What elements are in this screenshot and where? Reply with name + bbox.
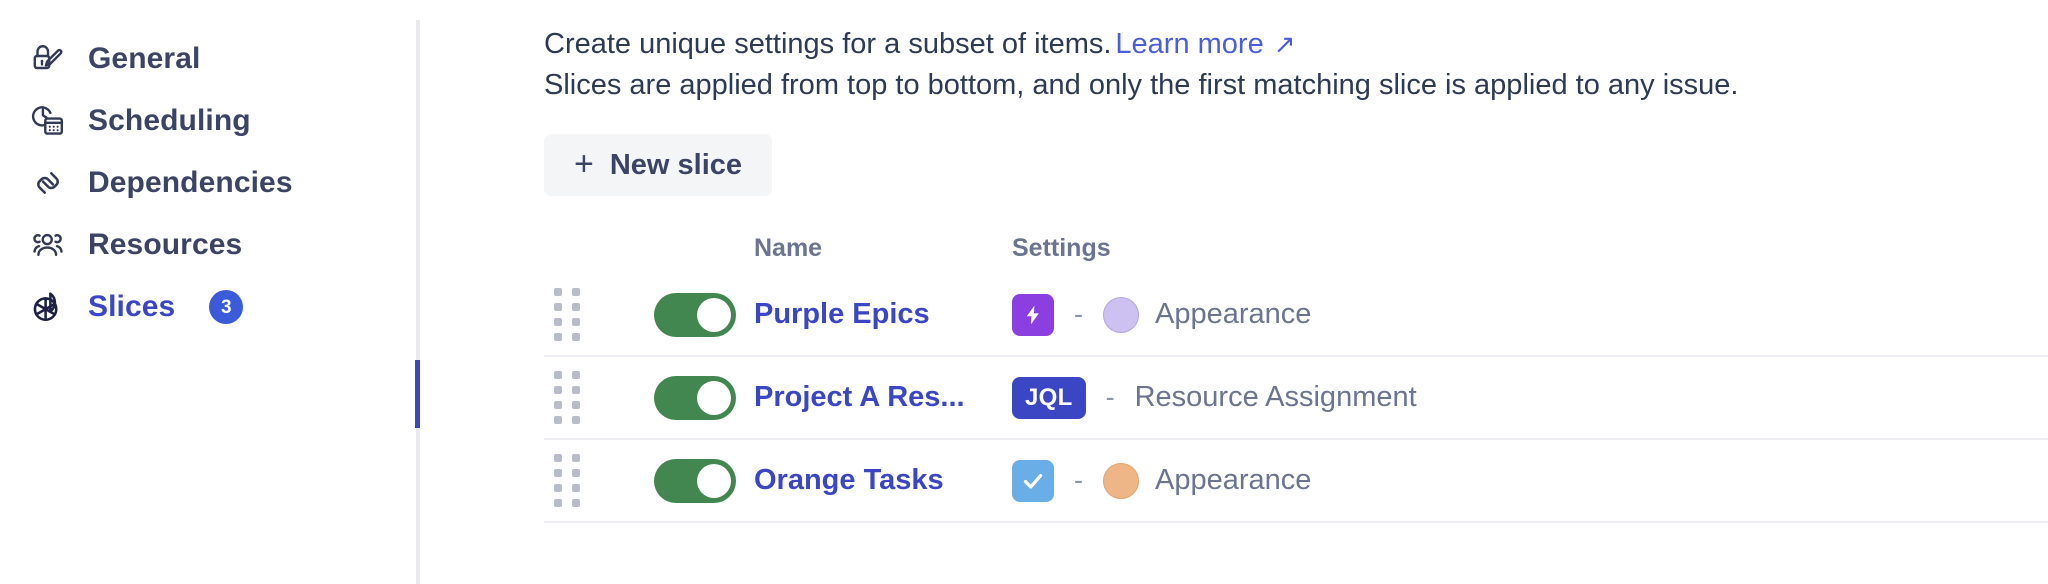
drag-handle-icon[interactable] xyxy=(554,371,580,425)
slice-enabled-toggle[interactable] xyxy=(654,458,736,503)
sidebar-item-label: Scheduling xyxy=(88,104,251,137)
pie-chart-icon xyxy=(28,287,68,327)
plus-icon: + xyxy=(574,145,594,184)
slice-enabled-toggle[interactable] xyxy=(654,292,736,337)
sidebar-item-label: Dependencies xyxy=(88,166,293,199)
table-row: Orange Tasks - Appearance xyxy=(544,440,2048,524)
slice-name-link[interactable]: Project A Res... xyxy=(754,381,965,413)
slice-setting-label: Appearance xyxy=(1155,298,1312,331)
slice-setting-label: Resource Assignment xyxy=(1134,381,1417,414)
drag-handle-icon[interactable] xyxy=(554,288,580,342)
people-icon xyxy=(28,225,68,265)
settings-separator: - xyxy=(1105,382,1115,413)
row-actions-cell xyxy=(2014,298,2048,331)
new-slice-label: New slice xyxy=(609,148,743,181)
slice-name-link[interactable]: Purple Epics xyxy=(754,298,930,330)
learn-more-link[interactable]: Learn more ↗ xyxy=(1115,28,1295,60)
sidebar-item-label: Slices xyxy=(88,290,176,323)
column-header-name: Name xyxy=(754,233,823,262)
intro-sentence: Create unique settings for a subset of i… xyxy=(544,28,1112,60)
row-settings-cell: JQL - Resource Assignment xyxy=(1012,376,2014,419)
row-name-cell: Project A Res... xyxy=(754,381,1012,414)
column-header-settings: Settings xyxy=(1012,233,1111,262)
row-name-cell: Purple Epics xyxy=(754,298,1012,331)
checkbox-badge-icon xyxy=(1012,459,1054,502)
jql-badge: JQL xyxy=(1012,376,1086,419)
intro-text-line-1: Create unique settings for a subset of i… xyxy=(544,24,2048,65)
settings-separator: - xyxy=(1074,299,1083,330)
slices-settings-page: General Scheduling Dependencies Resource… xyxy=(0,0,2048,584)
settings-separator: - xyxy=(1074,465,1083,496)
row-actions-cell xyxy=(2014,464,2048,497)
table-row: Purple Epics - Appearance xyxy=(544,274,2048,358)
lightning-badge-icon xyxy=(1012,293,1054,336)
slice-setting-label: Appearance xyxy=(1155,464,1312,497)
learn-more-label: Learn more xyxy=(1115,28,1264,60)
sidebar-item-resources[interactable]: Resources xyxy=(0,214,420,276)
sidebar-item-dependencies[interactable]: Dependencies xyxy=(0,152,420,214)
sidebar-item-scheduling[interactable]: Scheduling xyxy=(0,90,420,152)
row-drag-cell xyxy=(544,371,654,425)
row-settings-cell: - Appearance xyxy=(1012,293,2014,336)
row-toggle-cell xyxy=(654,375,754,420)
slices-table: Name Settings Actions Purple Epics xyxy=(544,222,2048,524)
row-actions-cell xyxy=(2014,381,2048,414)
link-icon xyxy=(28,163,68,203)
row-toggle-cell xyxy=(654,292,754,337)
slices-count-badge: 3 xyxy=(209,290,244,324)
row-name-cell: Orange Tasks xyxy=(754,464,1012,497)
sidebar-item-general[interactable]: General xyxy=(0,28,420,90)
sidebar-item-slices[interactable]: Slices 3 xyxy=(0,276,420,338)
lock-edit-icon xyxy=(28,39,68,79)
external-link-icon: ↗ xyxy=(1273,29,1296,59)
clock-calendar-icon xyxy=(28,101,68,141)
slices-main-panel: Create unique settings for a subset of i… xyxy=(420,0,2048,584)
slice-color-dot xyxy=(1103,462,1139,499)
sidebar-item-label: Resources xyxy=(88,228,243,261)
table-row: Project A Res... JQL - Resource Assignme… xyxy=(544,357,2048,441)
intro-text-line-2: Slices are applied from top to bottom, a… xyxy=(544,69,1739,102)
row-settings-cell: - Appearance xyxy=(1012,459,2014,502)
table-header-row: Name Settings Actions xyxy=(544,222,2048,274)
row-toggle-cell xyxy=(654,458,754,503)
row-drag-cell xyxy=(544,454,654,508)
slice-color-dot xyxy=(1103,296,1139,333)
slice-name-link[interactable]: Orange Tasks xyxy=(754,464,944,496)
column-header-actions: Actions xyxy=(2014,234,2048,263)
settings-sidebar: General Scheduling Dependencies Resource… xyxy=(0,0,420,584)
slice-enabled-toggle[interactable] xyxy=(654,375,736,420)
row-drag-cell xyxy=(544,288,654,342)
sidebar-item-label: General xyxy=(88,42,201,75)
drag-handle-icon[interactable] xyxy=(554,454,580,508)
new-slice-button[interactable]: + New slice xyxy=(544,134,773,197)
